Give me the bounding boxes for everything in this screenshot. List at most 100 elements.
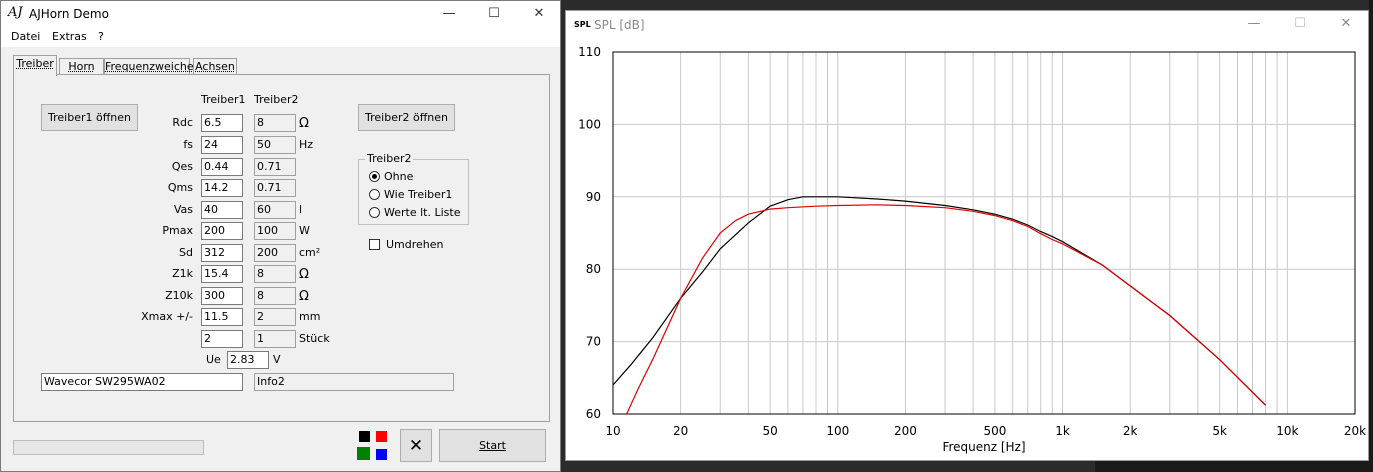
y-tick-label: 110 bbox=[578, 45, 601, 59]
spl-app-icon: SPL bbox=[574, 20, 591, 29]
x-tick-label: 10k bbox=[1276, 424, 1298, 438]
ue-label: Ue bbox=[206, 353, 221, 366]
tab-achsen[interactable]: Achsen bbox=[193, 58, 237, 75]
plot-frame bbox=[612, 51, 1356, 415]
qes-driver2-input[interactable]: 0.71 bbox=[254, 158, 296, 176]
color-swatch-red[interactable] bbox=[376, 431, 387, 442]
chart-minimize-button[interactable]: — bbox=[1231, 11, 1277, 37]
driver1-name-field[interactable]: Wavecor SW295WA02 bbox=[41, 373, 243, 391]
radio-ohne[interactable] bbox=[369, 171, 380, 182]
qes-driver1-input[interactable]: 0.44 bbox=[201, 158, 243, 176]
menu-bar: Datei Extras ? bbox=[1, 27, 560, 47]
param-unit-sd: cm² bbox=[299, 246, 321, 259]
x-tick-label: 10 bbox=[605, 424, 620, 438]
menu-help[interactable]: ? bbox=[98, 30, 104, 43]
color-swatch-green[interactable] bbox=[357, 447, 370, 460]
umdrehen-label: Umdrehen bbox=[386, 238, 444, 251]
pmax-driver2-input[interactable]: 100 bbox=[254, 222, 296, 240]
y-tick-label: 80 bbox=[586, 262, 601, 276]
x-tick-label: 5k bbox=[1212, 424, 1227, 438]
x-tick-label: 50 bbox=[762, 424, 777, 438]
app-logo-icon: AJ bbox=[8, 5, 23, 20]
xmax-driver2-input[interactable]: 2 bbox=[254, 308, 296, 326]
param-unit-z1k: Ω bbox=[299, 267, 309, 282]
window-title: AJHorn Demo bbox=[29, 7, 109, 21]
y-tick-label: 70 bbox=[586, 335, 601, 349]
param-label-qms: Qms bbox=[167, 181, 193, 194]
tab-horn[interactable]: Horn bbox=[59, 58, 104, 75]
param-label-sd: Sd bbox=[179, 246, 193, 259]
title-bar[interactable]: AJ AJHorn Demo — ☐ ✕ bbox=[1, 1, 560, 27]
background-window bbox=[1095, 461, 1373, 472]
color-swatch-blue[interactable] bbox=[376, 449, 387, 460]
param-label-rdc: Rdc bbox=[172, 116, 193, 129]
close-button[interactable]: ✕ bbox=[516, 1, 562, 27]
desktop-background bbox=[1369, 0, 1373, 472]
y-tick-label: 90 bbox=[586, 190, 601, 204]
param-label-qes: Qes bbox=[171, 160, 193, 173]
chart-close-button[interactable]: ✕ bbox=[1323, 11, 1369, 37]
x-tick-label: 200 bbox=[894, 424, 917, 438]
radio-werte-liste[interactable] bbox=[369, 207, 380, 218]
color-swatch-black[interactable] bbox=[359, 431, 370, 442]
qms-driver2-input[interactable]: 0.71 bbox=[254, 179, 296, 197]
sd-driver2-input[interactable]: 200 bbox=[254, 244, 296, 262]
z10k-driver1-input[interactable]: 300 bbox=[201, 287, 243, 305]
series-line-black bbox=[612, 196, 1267, 406]
minimize-button[interactable]: — bbox=[426, 1, 472, 27]
x-tick-label: 2k bbox=[1123, 424, 1138, 438]
ue-input[interactable]: 2.83 bbox=[227, 351, 269, 369]
vas-driver2-input[interactable]: 60 bbox=[254, 201, 296, 219]
driver2-info-field[interactable]: Info2 bbox=[254, 373, 454, 391]
menu-extras[interactable]: Extras bbox=[52, 30, 87, 43]
vas-driver1-input[interactable]: 40 bbox=[201, 201, 243, 219]
spl-chart-window: SPL SPL [dB] — ☐ ✕ 10 20 50 100 200 500 1k 2k 5k… bbox=[565, 10, 1369, 461]
tab-frequenzweiche[interactable]: Frequenzweiche bbox=[104, 58, 194, 75]
umdrehen-checkbox[interactable] bbox=[369, 239, 380, 250]
sd-driver1-input[interactable]: 312 bbox=[201, 244, 243, 262]
z10k-driver2-input[interactable]: 8 bbox=[254, 287, 296, 305]
radio-wie-treiber1-label: Wie Treiber1 bbox=[384, 188, 453, 201]
count-driver1-input[interactable]: 2 bbox=[201, 330, 243, 348]
count-driver2-input[interactable]: 1 bbox=[254, 330, 296, 348]
x-tick-label: 20k bbox=[1344, 424, 1366, 438]
param-label-xmax: Xmax +/- bbox=[141, 310, 193, 323]
x-axis-label: Frequenz [Hz] bbox=[942, 440, 1025, 454]
chart-window-title: SPL [dB] bbox=[594, 18, 645, 32]
chart-title-bar[interactable]: SPL SPL [dB] — ☐ ✕ bbox=[566, 11, 1368, 39]
z1k-driver1-input[interactable]: 15.4 bbox=[201, 265, 243, 283]
z1k-driver2-input[interactable]: 8 bbox=[254, 265, 296, 283]
maximize-button[interactable]: ☐ bbox=[471, 1, 517, 27]
fs-driver2-input[interactable]: 50 bbox=[254, 136, 296, 154]
pmax-driver1-input[interactable]: 200 bbox=[201, 222, 243, 240]
spl-chart: 10 20 50 100 200 500 1k 2k 5k 10k 20k 60 70 80 90 100 11… bbox=[578, 45, 1366, 454]
treiber2-group-title: Treiber2 bbox=[365, 152, 414, 165]
open-driver1-button[interactable]: Treiber1 öffnen bbox=[41, 104, 138, 131]
rdc-driver2-input[interactable]: 8 bbox=[254, 114, 296, 132]
start-button[interactable]: Start bbox=[439, 429, 546, 462]
param-unit-rdc: Ω bbox=[299, 116, 309, 131]
radio-werte-liste-label: Werte lt. Liste bbox=[384, 206, 461, 219]
header-driver1: Treiber1 bbox=[201, 93, 246, 106]
rdc-driver1-input[interactable]: 6.5 bbox=[201, 114, 243, 132]
xmax-driver1-input[interactable]: 11.5 bbox=[201, 308, 243, 326]
tab-treiber[interactable]: Treiber bbox=[13, 55, 57, 76]
radio-wie-treiber1[interactable] bbox=[369, 189, 380, 200]
y-tick-label: 60 bbox=[586, 407, 601, 421]
param-label-fs: fs bbox=[183, 138, 193, 151]
param-label-z10k: Z10k bbox=[165, 289, 193, 302]
radio-ohne-label: Ohne bbox=[384, 170, 414, 183]
param-unit-fs: Hz bbox=[299, 138, 314, 151]
progress-bar bbox=[13, 440, 204, 455]
param-unit-vas: l bbox=[299, 203, 303, 216]
menu-datei[interactable]: Datei bbox=[11, 30, 40, 43]
open-driver2-button[interactable]: Treiber2 öffnen bbox=[358, 104, 455, 131]
y-tick-label: 100 bbox=[578, 117, 601, 131]
ajhorn-main-window: AJ AJHorn Demo — ☐ ✕ Datei Extras ? Trei… bbox=[0, 0, 561, 472]
cancel-x-button[interactable]: ✕ bbox=[400, 429, 432, 462]
ue-unit: V bbox=[273, 353, 281, 366]
x-tick-label: 500 bbox=[983, 424, 1006, 438]
qms-driver1-input[interactable]: 14.2 bbox=[201, 179, 243, 197]
chart-maximize-button[interactable]: ☐ bbox=[1277, 11, 1323, 37]
fs-driver1-input[interactable]: 24 bbox=[201, 136, 243, 154]
